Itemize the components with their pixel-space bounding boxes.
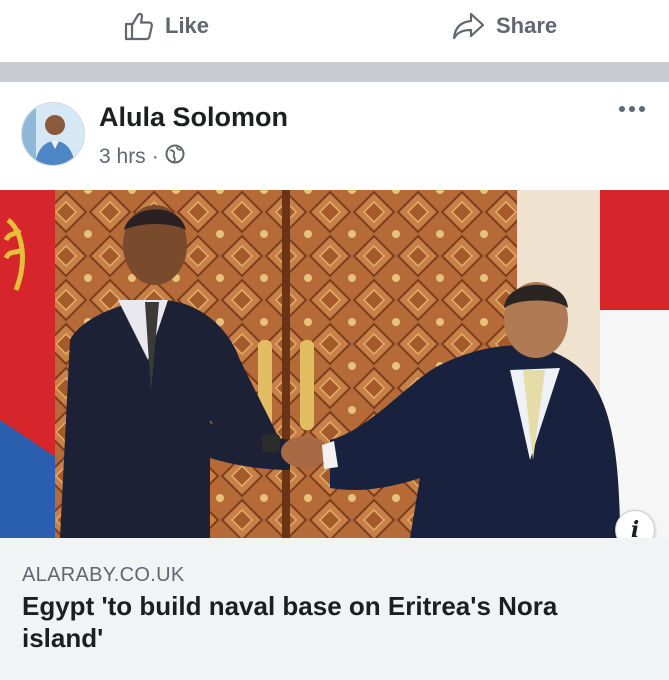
more-options-icon[interactable] (619, 106, 645, 112)
like-label: Like (165, 13, 210, 38)
link-domain: ALARABY.CO.UK (22, 564, 185, 586)
share-label: Share (496, 13, 558, 38)
thumbs-up-icon (123, 11, 155, 41)
post-meta: 3 hrs · (99, 144, 185, 170)
feed-divider (0, 62, 669, 82)
feed-post: Alula Solomon 3 hrs · i ALARABY.CO.UK Eg… (0, 82, 669, 680)
share-arrow-icon (452, 11, 486, 41)
meta-separator: · (151, 145, 159, 168)
link-preview[interactable]: ALARABY.CO.UK Egypt 'to build naval base… (0, 538, 669, 680)
post-action-bar: Like Share (0, 0, 669, 58)
like-button[interactable]: Like (123, 6, 209, 46)
post-timestamp[interactable]: 3 hrs (99, 145, 146, 169)
post-photo[interactable] (0, 190, 669, 538)
post-author-name[interactable]: Alula Solomon (99, 102, 288, 133)
link-headline[interactable]: Egypt 'to build naval base on Eritrea's … (22, 590, 622, 654)
share-button[interactable]: Share (452, 6, 557, 46)
globe-icon (165, 144, 185, 170)
avatar[interactable] (21, 102, 85, 166)
